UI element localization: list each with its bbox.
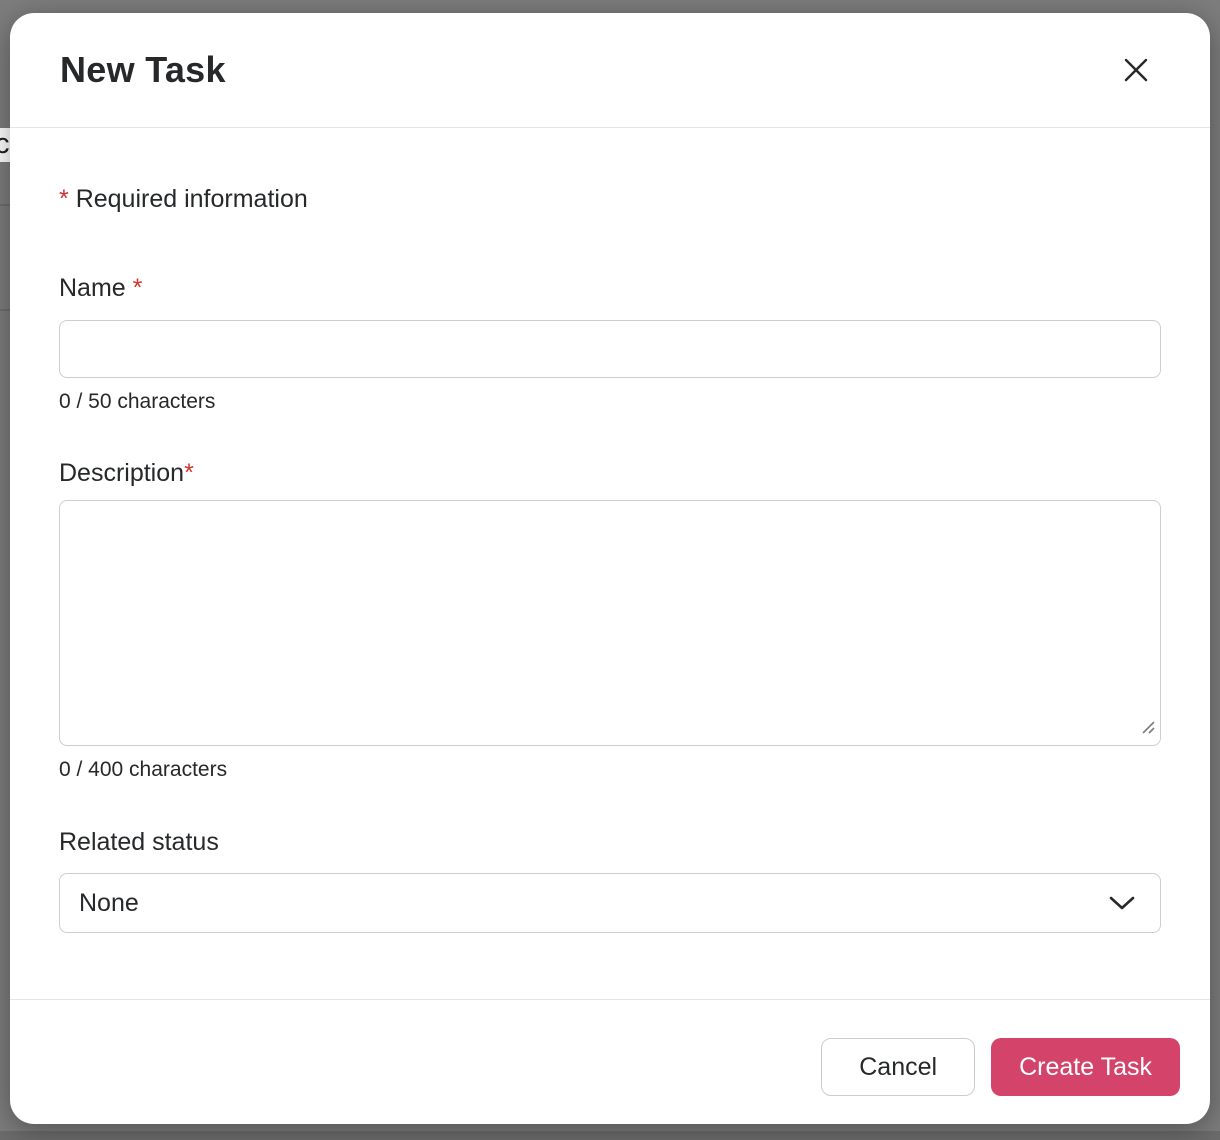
- description-textarea[interactable]: [59, 500, 1161, 746]
- background-dark-band: [0, 1131, 1220, 1140]
- description-label: Description*: [59, 458, 1161, 488]
- related-status-selected-value: None: [79, 889, 139, 918]
- related-status-select[interactable]: None: [59, 873, 1161, 933]
- name-required-asterisk: *: [133, 274, 143, 302]
- background-table-border: [0, 309, 10, 311]
- background-occluded-text: c: [0, 128, 10, 161]
- modal-title: New Task: [60, 49, 226, 91]
- required-information-note: * Required information: [59, 184, 1161, 214]
- cancel-button[interactable]: Cancel: [821, 1038, 975, 1096]
- related-status-label: Related status: [59, 827, 1161, 857]
- new-task-modal: New Task * Required information Name * 0…: [10, 13, 1210, 1124]
- background-table-border: [0, 204, 10, 206]
- close-icon: [1121, 55, 1151, 85]
- name-input[interactable]: [59, 320, 1161, 378]
- name-label: Name *: [59, 273, 1161, 303]
- modal-body: * Required information Name * 0 / 50 cha…: [10, 128, 1210, 999]
- description-char-counter: 0 / 400 characters: [59, 757, 1161, 782]
- close-button[interactable]: [1114, 48, 1158, 92]
- name-char-counter: 0 / 50 characters: [59, 389, 1161, 414]
- chevron-down-icon: [1108, 895, 1136, 911]
- create-task-button[interactable]: Create Task: [991, 1038, 1180, 1096]
- required-asterisk: *: [59, 185, 69, 213]
- modal-footer: Cancel Create Task: [10, 999, 1210, 1124]
- description-field-wrapper: [59, 500, 1161, 746]
- required-note-label: Required information: [76, 185, 308, 213]
- modal-header: New Task: [10, 13, 1210, 128]
- description-required-asterisk: *: [184, 459, 194, 487]
- background-occluded-content: c: [0, 128, 10, 162]
